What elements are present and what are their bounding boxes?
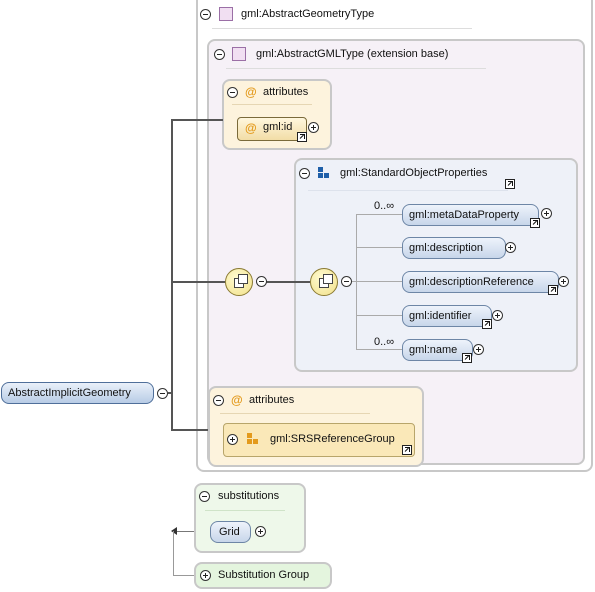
divider — [232, 104, 312, 105]
expand-element-icon[interactable] — [505, 242, 516, 253]
reference-arrow-icon[interactable] — [462, 353, 472, 363]
element-identifier[interactable]: gml:identifier — [402, 305, 492, 327]
collapse-abstract-gml-type-icon[interactable] — [214, 49, 225, 60]
divider — [212, 28, 472, 29]
attributes-label: attributes — [263, 86, 309, 98]
connector — [173, 575, 195, 576]
reference-arrow-icon[interactable] — [548, 285, 558, 295]
collapse-root-icon[interactable] — [157, 388, 168, 399]
element-description[interactable]: gml:description — [402, 237, 506, 259]
complex-type-icon — [232, 47, 246, 61]
attribute-group-icon — [247, 433, 259, 445]
connector — [168, 392, 173, 394]
root-element-label: AbstractImplicitGeometry — [8, 387, 131, 399]
collapse-sequence-icon[interactable] — [341, 276, 352, 287]
sequence-compositor-icon — [310, 268, 338, 296]
gml-id-label: gml:id — [263, 121, 293, 133]
element-label: gml:metaDataProperty — [409, 209, 520, 221]
srs-reference-group-label: gml:SRSReferenceGroup — [270, 433, 395, 445]
cardinality-label: 0..∞ — [374, 336, 395, 348]
substitutions-label: substitutions — [218, 490, 280, 502]
connector — [356, 214, 357, 350]
divider — [226, 68, 486, 69]
complex-type-icon — [219, 7, 233, 21]
attribute-icon: @ — [245, 85, 257, 99]
element-label: gml:identifier — [409, 310, 472, 322]
substitution-arrow-icon — [171, 527, 177, 535]
expand-gml-id-icon[interactable] — [308, 122, 319, 133]
connector — [356, 349, 402, 350]
connector — [356, 214, 402, 215]
connector — [356, 281, 402, 282]
abstract-geometry-type-label: gml:AbstractGeometryType — [241, 8, 375, 20]
abstract-gml-type-label: gml:AbstractGMLType (extension base) — [256, 48, 449, 60]
cardinality-label: 0..∞ — [374, 200, 395, 212]
divider — [308, 190, 508, 191]
connector — [171, 281, 225, 283]
connector — [171, 119, 223, 121]
expand-element-icon[interactable] — [558, 276, 569, 287]
attribute-icon: @ — [245, 121, 257, 135]
reference-arrow-icon[interactable] — [530, 218, 540, 228]
attributes-label: attributes — [249, 394, 295, 406]
group-icon — [318, 167, 330, 179]
connector — [173, 531, 174, 575]
expand-element-icon[interactable] — [492, 310, 503, 321]
attribute-icon: @ — [231, 393, 243, 407]
collapse-attributes-icon[interactable] — [213, 395, 224, 406]
element-description-reference[interactable]: gml:descriptionReference — [402, 271, 559, 293]
sequence-compositor-icon — [225, 268, 253, 296]
connector — [171, 119, 173, 431]
substitution-group-label: Substitution Group — [218, 569, 310, 581]
reference-arrow-icon[interactable] — [402, 445, 412, 455]
collapse-abstract-geometry-type-icon[interactable] — [200, 9, 211, 20]
reference-arrow-icon[interactable] — [297, 132, 307, 142]
grid-label: Grid — [219, 526, 240, 538]
standard-object-properties-label: gml:StandardObjectProperties — [340, 167, 488, 179]
collapse-attributes-icon[interactable] — [227, 87, 238, 98]
collapse-substitutions-icon[interactable] — [199, 491, 210, 502]
expand-grid-icon[interactable] — [255, 526, 266, 537]
connector — [266, 281, 310, 283]
expand-element-icon[interactable] — [541, 208, 552, 219]
reference-arrow-icon[interactable] — [482, 319, 492, 329]
element-label: gml:name — [409, 344, 458, 356]
divider — [205, 510, 285, 511]
root-element-abstract-implicit-geometry[interactable]: AbstractImplicitGeometry — [1, 382, 154, 404]
element-label: gml:description — [409, 242, 483, 254]
divider — [220, 413, 370, 414]
element-label: gml:descriptionReference — [409, 276, 534, 288]
connector — [356, 247, 402, 248]
expand-element-icon[interactable] — [473, 344, 484, 355]
reference-arrow-icon[interactable] — [505, 179, 515, 189]
expand-substitution-group-icon[interactable] — [200, 570, 211, 581]
collapse-standard-object-properties-icon[interactable] — [299, 168, 310, 179]
element-meta-data-property[interactable]: gml:metaDataProperty — [402, 204, 539, 226]
substitution-grid[interactable]: Grid — [210, 521, 251, 543]
collapse-sequence-icon[interactable] — [256, 276, 267, 287]
connector — [356, 315, 402, 316]
expand-attribute-group-icon[interactable] — [227, 434, 238, 445]
